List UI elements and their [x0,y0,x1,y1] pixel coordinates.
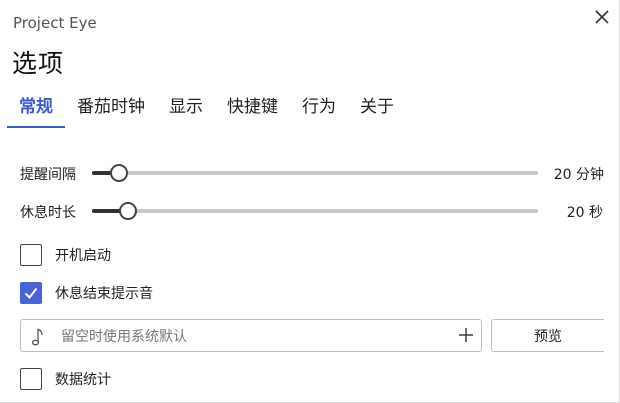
slider-track [92,171,538,175]
page-title: 选项 [12,49,65,78]
end-sound-checkbox[interactable] [20,282,42,304]
statistics-label: 数据统计 [55,372,111,388]
statistics-option[interactable]: 数据统计 [20,368,111,390]
close-button[interactable] [591,6,613,28]
tab-pomodoro[interactable]: 番茄时钟 [65,94,157,128]
sound-file-field [20,319,482,353]
slider-track [92,209,538,213]
tab-display[interactable]: 显示 [157,94,215,128]
music-note-icon [31,328,43,346]
tab-general[interactable]: 常规 [7,94,65,128]
plus-icon [459,328,473,342]
close-icon [595,10,609,24]
statistics-checkbox[interactable] [20,368,42,390]
end-sound-label: 休息结束提示音 [55,286,153,302]
tab-shortcuts[interactable]: 快捷键 [215,94,290,128]
rest-duration-value: 20 秒 [566,205,603,221]
tab-behavior[interactable]: 行为 [290,94,348,128]
rest-duration-label: 休息时长 [20,205,76,221]
rest-duration-slider[interactable] [92,201,538,221]
app-title: Project Eye [13,14,97,32]
end-sound-option[interactable]: 休息结束提示音 [20,282,153,304]
auto-start-label: 开机启动 [55,248,111,264]
remind-interval-value: 20 分钟 [553,167,604,183]
auto-start-option[interactable]: 开机启动 [20,244,111,266]
remind-interval-slider[interactable] [92,163,538,183]
slider-thumb[interactable] [110,164,128,182]
tab-about[interactable]: 关于 [348,94,406,128]
check-icon [24,287,38,300]
add-sound-button[interactable] [457,326,475,344]
auto-start-checkbox[interactable] [20,244,42,266]
tab-bar: 常规 番茄时钟 显示 快捷键 行为 关于 [7,94,406,128]
sound-file-input[interactable] [59,320,453,353]
slider-thumb[interactable] [119,202,137,220]
preview-button[interactable]: 预览 [491,319,604,352]
remind-interval-label: 提醒间隔 [20,167,76,183]
